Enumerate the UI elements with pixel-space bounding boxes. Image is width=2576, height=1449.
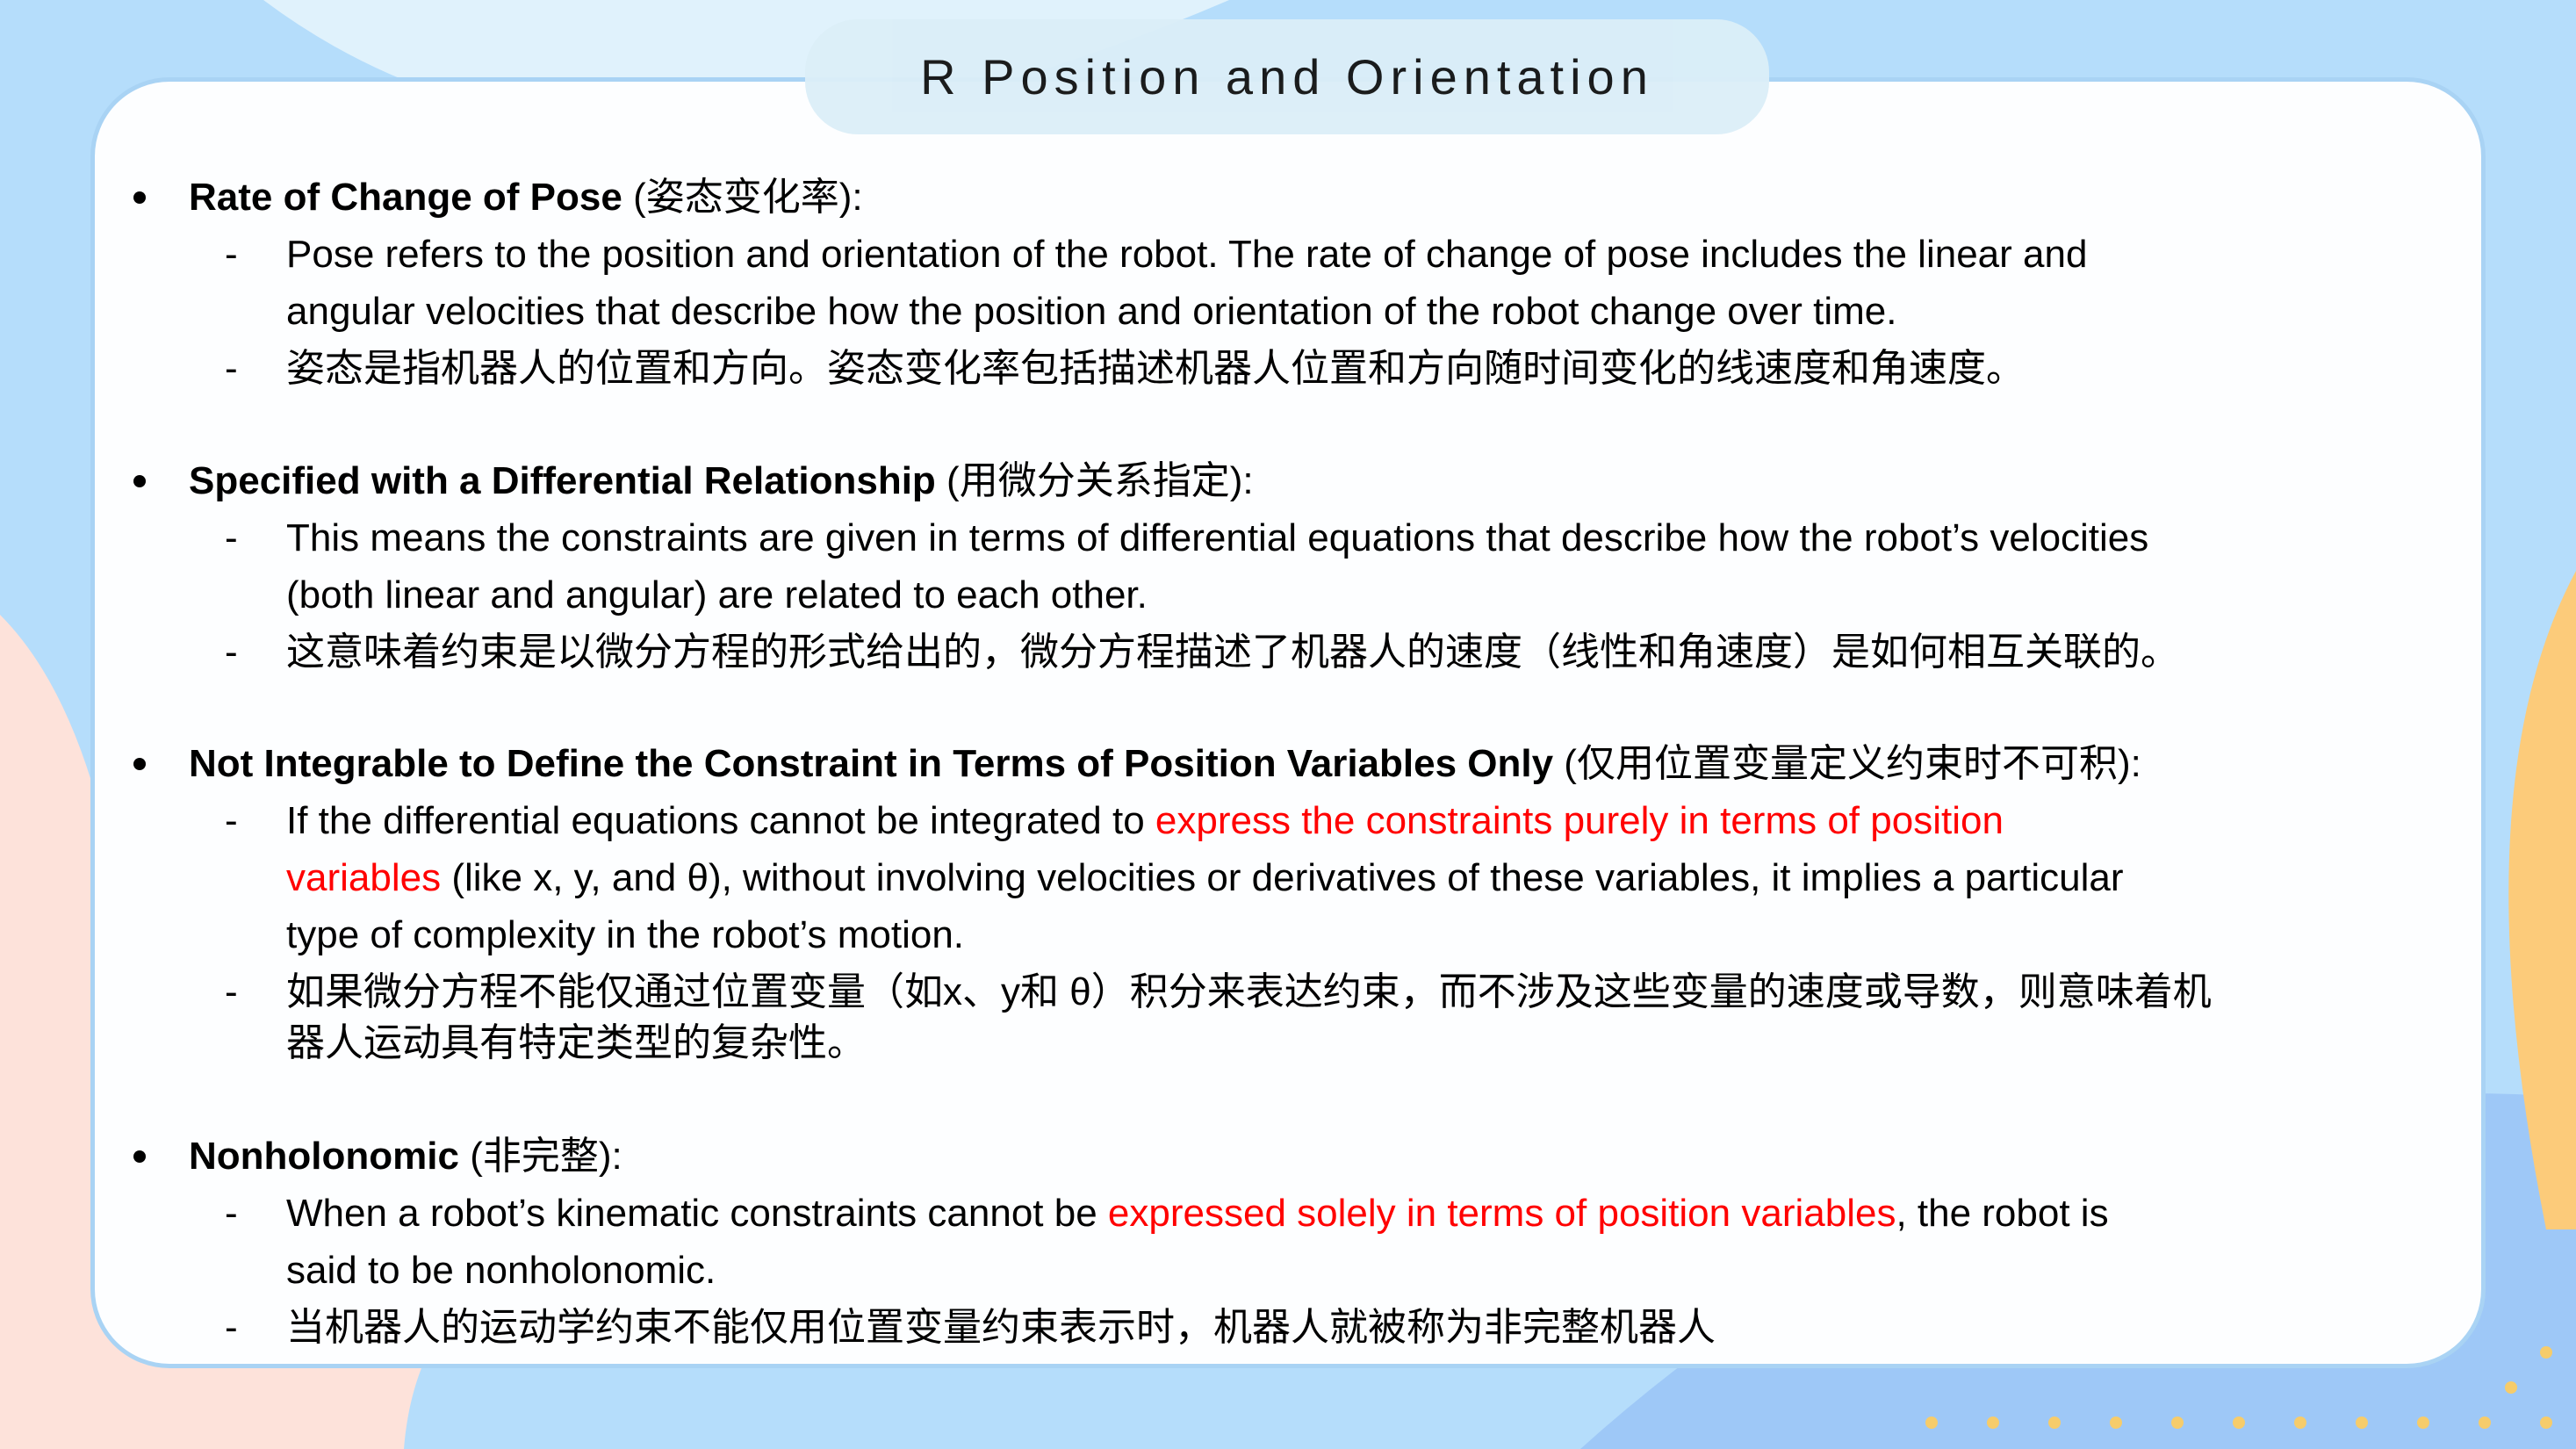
heading-text: Specified with a Differential Relationsh… [189, 459, 936, 502]
text-segment: If the differential equations cannot be … [286, 799, 1155, 842]
sub-item-line: 这意味着约束是以微分方程的形式给出的，微分方程描述了机器人的速度（线性和角速度）… [286, 626, 2179, 679]
slide-title: R Position and Orientation [920, 49, 1654, 105]
dash-bullet-icon: - [225, 347, 238, 390]
sub-item-line: Pose refers to the position and orientat… [286, 228, 2087, 281]
sub-item-line: 当机器人的运动学约束不能仅用位置变量约束表示时，机器人就被称为非完整机器人 [286, 1301, 1716, 1354]
sub-item-line: (both linear and angular) are related to… [286, 569, 1148, 622]
text-segment: 器人运动具有特定类型的复杂性。 [286, 1021, 866, 1064]
sub-item-line: 器人运动具有特定类型的复杂性。 [286, 1017, 866, 1070]
bullet-icon [133, 475, 146, 487]
dash-bullet-icon: - [225, 1192, 238, 1235]
text-segment: said to be nonholonomic. [286, 1249, 716, 1292]
text-segment: 当机器人的运动学约束不能仅用位置变量约束表示时，机器人就被称为非完整机器人 [286, 1306, 1716, 1349]
dash-bullet-icon: - [225, 233, 238, 276]
sub-item-line: 姿态是指机器人的位置和方向。姿态变化率包括描述机器人位置和方向随时间变化的线速度… [286, 342, 2025, 395]
bullet-icon [133, 758, 146, 770]
sub-item-line: This means the constraints are given in … [286, 512, 2148, 565]
title-banner: R Position and Orientation [805, 19, 1769, 134]
text-segment: (both linear and angular) are related to… [286, 573, 1148, 616]
text-segment: Pose refers to the position and orientat… [286, 233, 2088, 276]
dash-bullet-icon: - [225, 970, 238, 1013]
heading-translation: (非完整): [458, 1135, 622, 1178]
highlighted-text: variables [286, 856, 442, 899]
highlighted-text: expressed solely in terms of position va… [1107, 1192, 1896, 1235]
dash-bullet-icon: - [225, 799, 238, 842]
text-segment: When a robot’s kinematic constraints can… [286, 1192, 1108, 1235]
sub-item-line: type of complexity in the robot’s motion… [286, 909, 964, 962]
heading-text: Not Integrable to Define the Constraint … [189, 742, 1554, 785]
heading-translation: (仅用位置变量定义约束时不可积): [1553, 742, 2141, 785]
section-heading: Rate of Change of Pose (姿态变化率): [189, 171, 863, 224]
text-segment: 如果微分方程不能仅通过位置变量（如x、y和 θ）积分来表达约束，而不涉及这些变量… [286, 970, 2212, 1013]
bullet-icon [133, 191, 146, 204]
text-segment: angular velocities that describe how the… [286, 290, 1897, 333]
section-heading: Not Integrable to Define the Constraint … [189, 738, 2141, 790]
section-heading: Nonholonomic (非完整): [189, 1130, 622, 1183]
sub-item-line: said to be nonholonomic. [286, 1244, 716, 1297]
text-segment: type of complexity in the robot’s motion… [286, 913, 965, 956]
text-segment: (like x, y, and θ), without involving ve… [441, 856, 2124, 899]
sub-item-line: 如果微分方程不能仅通过位置变量（如x、y和 θ）积分来表达约束，而不涉及这些变量… [286, 966, 2212, 1019]
text-segment: 姿态是指机器人的位置和方向。姿态变化率包括描述机器人位置和方向随时间变化的线速度… [286, 347, 2025, 390]
section-heading: Specified with a Differential Relationsh… [189, 455, 1254, 508]
sub-item-line: variables (like x, y, and θ), without in… [286, 852, 2124, 905]
text-segment: This means the constraints are given in … [286, 516, 2149, 559]
dash-bullet-icon: - [225, 516, 238, 559]
sub-item-line: If the differential equations cannot be … [286, 795, 2004, 847]
text-segment: , the robot is [1896, 1192, 2109, 1235]
heading-translation: (姿态变化率): [622, 176, 863, 219]
sub-item-line: angular velocities that describe how the… [286, 285, 1896, 338]
dash-bullet-icon: - [225, 1306, 238, 1349]
dash-bullet-icon: - [225, 631, 238, 674]
heading-translation: (用微分关系指定): [935, 459, 1254, 502]
highlighted-text: express the constraints purely in terms … [1155, 799, 2004, 842]
bullet-icon [133, 1150, 146, 1163]
heading-text: Rate of Change of Pose [189, 176, 622, 219]
sub-item-line: When a robot’s kinematic constraints can… [286, 1187, 2109, 1240]
text-segment: 这意味着约束是以微分方程的形式给出的，微分方程描述了机器人的速度（线性和角速度）… [286, 631, 2179, 674]
heading-text: Nonholonomic [189, 1135, 459, 1178]
